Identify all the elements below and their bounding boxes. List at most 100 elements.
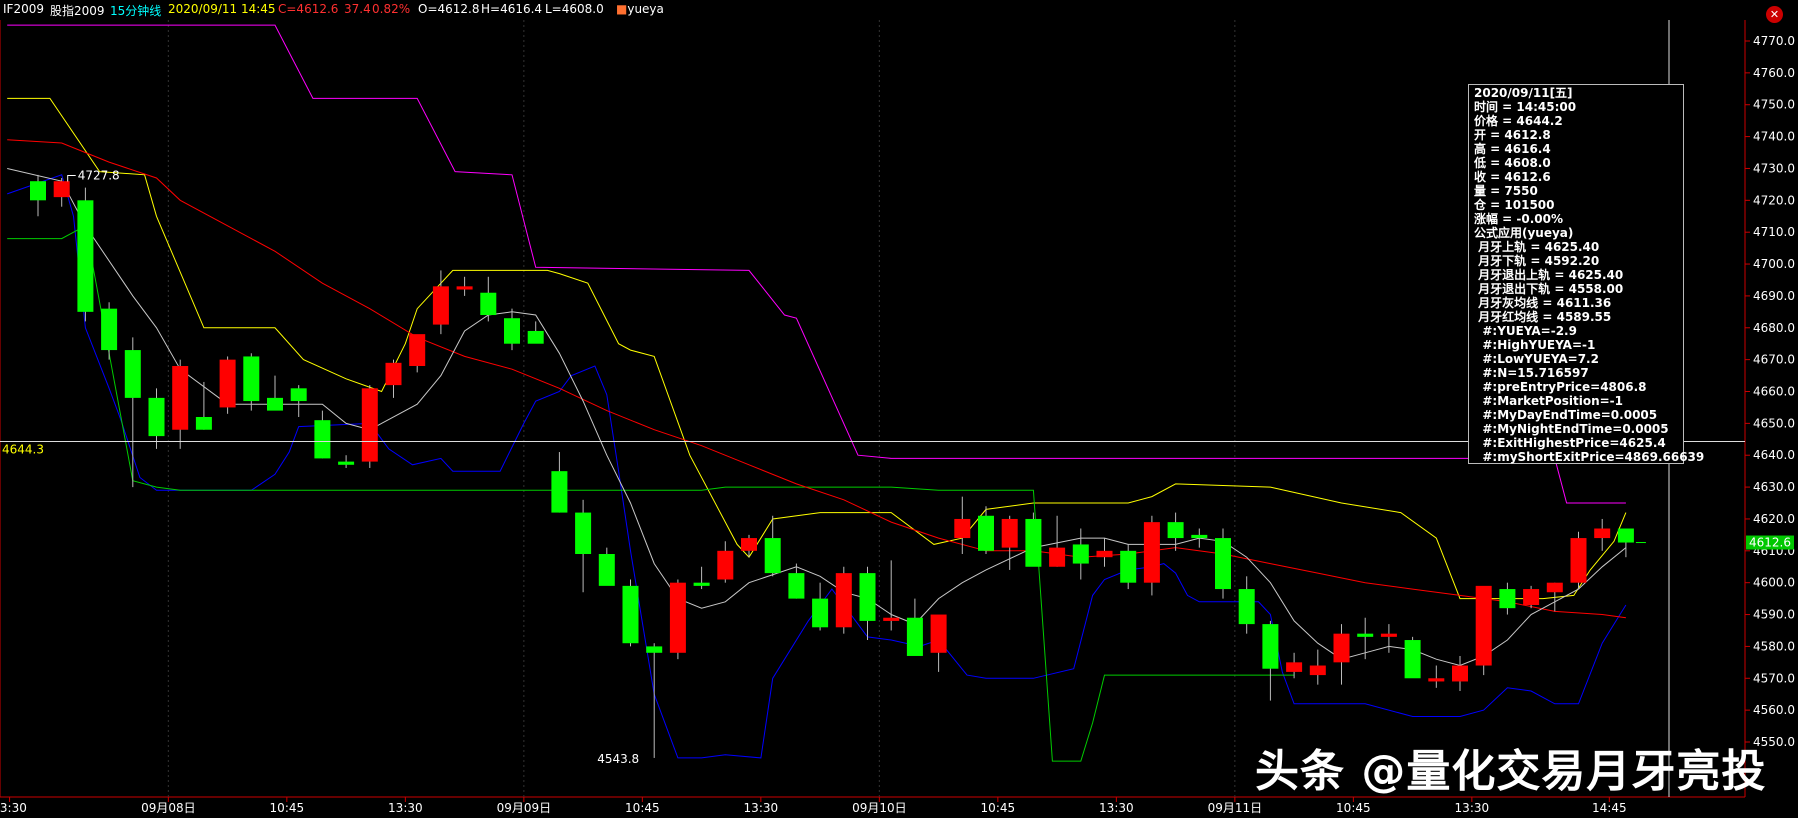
candle[interactable] <box>1191 528 1208 548</box>
info-line: 开 = 4612.8 <box>1474 128 1551 142</box>
candle[interactable] <box>741 534 757 558</box>
high-marker <box>67 174 76 182</box>
candle[interactable] <box>1072 528 1089 580</box>
candle[interactable] <box>1404 636 1421 679</box>
candle[interactable] <box>338 455 355 468</box>
x-tick-label: 09月10日 <box>852 801 907 815</box>
exit-lower-line <box>7 225 1295 762</box>
candle-body <box>267 397 283 411</box>
candle[interactable] <box>598 547 615 586</box>
candle-body <box>764 538 781 574</box>
info-line: 仓 = 101500 <box>1474 198 1555 212</box>
candle[interactable] <box>1617 528 1634 558</box>
indicator-label[interactable]: ■yueya <box>616 2 664 16</box>
x-tick-label: 09月08日 <box>141 801 196 815</box>
info-line: 收 = 4612.6 <box>1474 170 1551 184</box>
candle[interactable] <box>1333 624 1350 685</box>
candle[interactable] <box>906 598 923 656</box>
info-line: 价格 = 4644.2 <box>1474 114 1563 128</box>
candle[interactable] <box>172 359 189 449</box>
candle[interactable] <box>1286 652 1303 679</box>
candle[interactable] <box>1025 512 1042 567</box>
candle[interactable] <box>1120 544 1137 590</box>
candle[interactable] <box>124 337 141 488</box>
candle[interactable] <box>219 356 236 414</box>
candle[interactable] <box>432 270 449 335</box>
low-value: L=4608.0 <box>545 2 604 16</box>
candle[interactable] <box>1096 538 1113 567</box>
candle-body <box>551 471 568 513</box>
candle[interactable] <box>1357 617 1374 660</box>
y-tick-label: 4710.0 <box>1753 225 1795 239</box>
candle[interactable] <box>835 566 852 634</box>
candle[interactable] <box>267 375 283 411</box>
candle[interactable] <box>243 353 260 411</box>
candle[interactable] <box>1380 624 1397 653</box>
candle-body <box>480 292 497 316</box>
upper-band-line <box>7 24 1626 504</box>
candle[interactable] <box>1309 649 1326 685</box>
open-value: O=4612.8 <box>418 2 480 16</box>
candle-body <box>859 573 876 621</box>
candle-body <box>669 582 686 653</box>
candle[interactable] <box>1523 585 1540 609</box>
candle[interactable] <box>409 334 426 373</box>
candle[interactable] <box>1594 518 1611 551</box>
candle-body <box>53 181 70 198</box>
candle[interactable] <box>812 582 829 631</box>
candle[interactable] <box>1143 515 1160 596</box>
x-tick-label: 09月11日 <box>1208 801 1263 815</box>
candle[interactable] <box>1238 576 1255 634</box>
candle[interactable] <box>1570 531 1587 590</box>
candle-body <box>219 359 236 408</box>
candle[interactable] <box>361 385 378 468</box>
candle[interactable] <box>290 385 307 417</box>
candle[interactable] <box>1452 655 1468 692</box>
info-line: 高 = 4616.4 <box>1474 142 1551 156</box>
candle[interactable] <box>480 276 497 322</box>
close-icon[interactable]: ✕ <box>1766 6 1783 23</box>
candle[interactable] <box>53 178 70 207</box>
candle-body <box>598 554 615 586</box>
candle-body <box>575 512 592 555</box>
candle[interactable] <box>456 276 473 296</box>
candle[interactable] <box>504 308 520 351</box>
x-tick-label: 09月09日 <box>497 801 552 815</box>
crosshair-price-label: 4644.3 <box>2 443 44 457</box>
info-line: #:MyDayEndTime=0.0005 <box>1474 408 1658 422</box>
candle[interactable] <box>1262 620 1279 701</box>
candle-body <box>1452 665 1468 682</box>
candle[interactable] <box>77 187 94 322</box>
candle[interactable] <box>575 499 592 593</box>
candle[interactable] <box>717 541 734 583</box>
candle-body <box>361 388 378 462</box>
candle[interactable] <box>1428 665 1445 688</box>
candle-body <box>148 397 165 437</box>
candle[interactable] <box>669 579 686 660</box>
candle[interactable] <box>385 359 402 398</box>
candle[interactable] <box>883 560 900 631</box>
candle-body <box>338 461 355 465</box>
y-tick-label: 4670.0 <box>1753 353 1795 367</box>
candle-body <box>1523 589 1540 605</box>
candle[interactable] <box>622 579 639 647</box>
symbol-name: 股指2009 <box>50 4 105 18</box>
candle[interactable] <box>954 496 971 555</box>
candle-body <box>1570 538 1587 583</box>
candle[interactable] <box>1167 512 1184 551</box>
candle[interactable] <box>693 566 710 590</box>
candle[interactable] <box>101 302 118 360</box>
candle[interactable] <box>930 614 947 672</box>
candle[interactable] <box>148 388 165 449</box>
candle[interactable] <box>1215 528 1231 599</box>
candle[interactable] <box>314 410 331 459</box>
candle[interactable] <box>1475 585 1492 676</box>
candle[interactable] <box>551 452 568 513</box>
candle[interactable] <box>764 515 781 577</box>
candle[interactable] <box>978 506 994 555</box>
candle-body <box>1594 528 1611 539</box>
candle[interactable] <box>195 381 212 430</box>
y-tick-label: 4660.0 <box>1753 385 1795 399</box>
candle-body <box>954 518 971 539</box>
candle[interactable] <box>1499 582 1516 615</box>
